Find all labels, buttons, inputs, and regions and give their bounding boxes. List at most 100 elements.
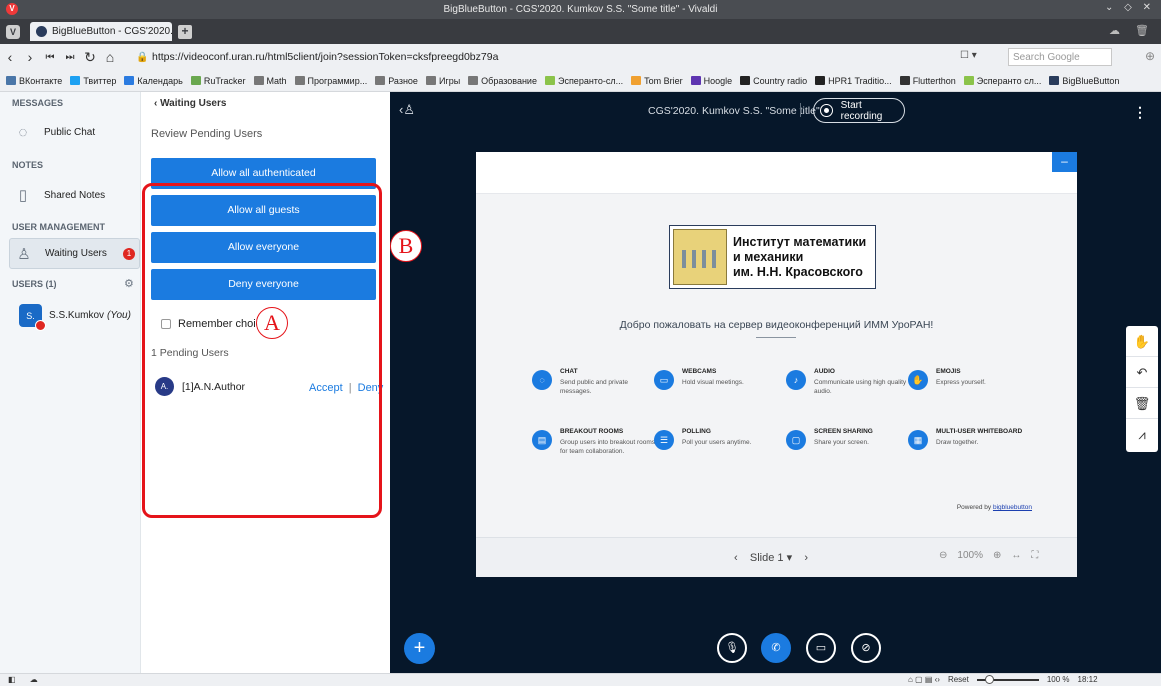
search-input[interactable]: Search Google bbox=[1008, 48, 1112, 66]
whiteboard-icon: ▦ bbox=[908, 430, 928, 450]
options-menu-icon[interactable]: ⋮ bbox=[1133, 104, 1147, 121]
window-controls[interactable]: ⌄ ◇ ✕ bbox=[1105, 2, 1155, 13]
slide-select[interactable]: Slide 1 bbox=[750, 552, 784, 564]
bookmark-item[interactable]: Hoogle bbox=[690, 76, 732, 86]
accept-link[interactable]: Accept bbox=[309, 382, 343, 394]
share-screen-button[interactable]: ⊘ bbox=[851, 633, 881, 663]
bookmark-item[interactable]: Образование bbox=[468, 76, 537, 86]
mute-mic-button[interactable]: 🎙 bbox=[717, 633, 747, 663]
fullscreen-icon[interactable]: ⛶ bbox=[1031, 550, 1038, 561]
checkbox[interactable] bbox=[161, 319, 171, 329]
bookmark-item[interactable]: BigBlueButton bbox=[1049, 76, 1119, 86]
minimize-presentation-button[interactable]: – bbox=[1052, 152, 1077, 172]
bookmark-icon bbox=[253, 76, 264, 85]
bookmarks-bar: ВКонтакте Твиттер Календарь RuTracker Math Пр… bbox=[0, 70, 1161, 92]
zoom-reset-label[interactable]: Reset bbox=[948, 675, 969, 684]
new-tab-button[interactable]: + bbox=[178, 24, 192, 39]
poll-icon: ☰ bbox=[654, 430, 674, 450]
bookmark-item[interactable]: Эсперанто сл... bbox=[963, 75, 1042, 86]
zoom-slider[interactable] bbox=[976, 674, 1039, 684]
annotation-label-a: A bbox=[256, 307, 288, 339]
rewind-icon[interactable]: ⏮ bbox=[40, 52, 60, 63]
back-icon[interactable]: ‹ bbox=[0, 49, 20, 65]
fit-width-icon[interactable]: ↔ bbox=[1011, 550, 1021, 561]
record-label: Start recording bbox=[840, 99, 883, 122]
bookmark-icon bbox=[70, 76, 81, 85]
bookmark-item[interactable]: Flutterthon bbox=[899, 75, 956, 86]
next-slide-icon[interactable]: › bbox=[804, 552, 808, 564]
multi-user-icon[interactable]: ⩘ bbox=[1126, 419, 1158, 450]
bookmark-item[interactable]: Игры bbox=[425, 75, 461, 86]
window-title: BigBlueButton - CGS'2020. Kumkov S.S. "S… bbox=[443, 4, 718, 15]
shared-notes-item[interactable]: ▯ Shared Notes bbox=[12, 180, 136, 210]
bookmark-item[interactable]: Tom Brier bbox=[631, 76, 683, 86]
bookmark-item[interactable]: HPR1 Traditio... bbox=[815, 76, 892, 86]
remember-choice-checkbox[interactable]: Remember choice bbox=[161, 318, 267, 330]
status-icons[interactable]: ⌂ ▢ ▤ ‹› bbox=[908, 675, 940, 684]
gear-icon[interactable]: ⚙ bbox=[124, 277, 134, 290]
bookmark-item[interactable]: Программир... bbox=[294, 76, 367, 86]
hand-tool-icon[interactable]: ✋ bbox=[1126, 326, 1158, 357]
presentation-toolbar: ‹ Slide 1 ▾ › ⊖ 100% ⊕ ↔ ⛶ bbox=[476, 537, 1077, 577]
undo-icon[interactable]: ↶ bbox=[1126, 357, 1158, 388]
breakout-icon: ▤ bbox=[532, 430, 552, 450]
bookmark-item[interactable]: Math bbox=[253, 76, 287, 86]
leave-audio-button[interactable]: ✆ bbox=[761, 633, 791, 663]
bookmark-item[interactable]: RuTracker bbox=[190, 76, 246, 86]
bookmark-dropdown-icon[interactable]: ☐ ▾ bbox=[960, 50, 977, 61]
building-icon bbox=[673, 229, 727, 285]
window-titlebar: V BigBlueButton - CGS'2020. Kumkov S.S. … bbox=[0, 0, 1161, 19]
allow-all-authenticated-button[interactable]: Allow all authenticated bbox=[151, 158, 376, 189]
bookmark-icon bbox=[124, 76, 135, 85]
deny-everyone-button[interactable]: Deny everyone bbox=[151, 269, 376, 300]
bookmark-label: Эсперанто сл... bbox=[976, 75, 1042, 86]
bookmark-label: Образование bbox=[481, 75, 537, 86]
bookmark-item[interactable]: Эсперанто-сл... bbox=[544, 76, 623, 86]
vivaldi-menu-icon[interactable]: V bbox=[6, 24, 20, 39]
toggle-userlist-icon[interactable]: ‹♙ bbox=[399, 102, 415, 118]
extensions-icon[interactable]: ⊕ bbox=[1145, 49, 1155, 63]
feature-polling: ☰ POLLING Poll your users anytime. bbox=[654, 428, 779, 450]
bigbluebutton-favicon-icon bbox=[36, 26, 47, 37]
waiting-users-item[interactable]: ♙ Waiting Users 1 bbox=[9, 238, 140, 269]
bigbluebutton-link[interactable]: bigbluebutton bbox=[993, 504, 1032, 511]
actions-plus-button[interactable]: + bbox=[404, 633, 435, 664]
chevron-down-icon[interactable]: ▾ bbox=[787, 552, 793, 564]
vivaldi-logo-icon[interactable]: V bbox=[6, 3, 18, 15]
bookmark-item[interactable]: ВКонтакте bbox=[6, 76, 62, 86]
user-list-item[interactable]: S. S.S.Kumkov (You) bbox=[19, 304, 131, 331]
bookmark-icon bbox=[425, 76, 436, 85]
tab-bigbluebutton[interactable]: BigBlueButton - CGS'2020. bbox=[30, 22, 172, 41]
microphone-icon: ♪ bbox=[786, 370, 806, 390]
waiting-users-back-button[interactable]: ‹ Waiting Users bbox=[154, 98, 226, 109]
share-webcam-button[interactable]: ▭ bbox=[806, 633, 836, 663]
bookmark-icon bbox=[468, 76, 479, 85]
title-divider bbox=[800, 103, 801, 117]
bookmark-label: Твиттер bbox=[83, 75, 117, 86]
zoom-out-icon[interactable]: ⊖ bbox=[939, 550, 947, 561]
bookmark-item[interactable]: Твиттер bbox=[70, 76, 116, 86]
bookmark-label: Игры bbox=[438, 75, 461, 86]
reload-icon[interactable]: ↻ bbox=[80, 49, 100, 66]
messages-heading: MESSAGES bbox=[12, 98, 64, 108]
public-chat-item[interactable]: ◌ Public Chat bbox=[12, 117, 136, 147]
bookmark-item[interactable]: Country radio bbox=[740, 76, 807, 86]
bookmark-item[interactable]: Разное bbox=[375, 76, 418, 86]
tab-bar-right-icons[interactable]: ☁ 🗑 bbox=[1109, 24, 1155, 37]
fast-forward-icon[interactable]: ⏭ bbox=[60, 52, 80, 63]
home-icon[interactable]: ⌂ bbox=[100, 49, 120, 65]
bookmark-label: HPR1 Traditio... bbox=[828, 75, 892, 86]
forward-icon[interactable]: › bbox=[20, 49, 40, 65]
deny-link[interactable]: Deny bbox=[358, 382, 384, 394]
zoom-in-icon[interactable]: ⊕ bbox=[993, 550, 1001, 561]
allow-all-guests-button[interactable]: Allow all guests bbox=[151, 195, 376, 226]
bookmark-item[interactable]: Календарь bbox=[124, 76, 183, 86]
allow-everyone-button[interactable]: Allow everyone bbox=[151, 232, 376, 263]
start-recording-button[interactable]: Start recording bbox=[813, 98, 905, 123]
trash-icon[interactable]: 🗑 bbox=[1126, 388, 1158, 419]
prev-slide-icon[interactable]: ‹ bbox=[734, 552, 738, 564]
bookmark-label: Flutterthon bbox=[912, 75, 956, 86]
panel-toggle-icons[interactable]: ◧ ☁ bbox=[8, 675, 44, 684]
hand-icon: ✋ bbox=[908, 370, 928, 390]
url-field[interactable]: 🔒 https://videoconf.uran.ru/html5client/… bbox=[136, 47, 976, 67]
